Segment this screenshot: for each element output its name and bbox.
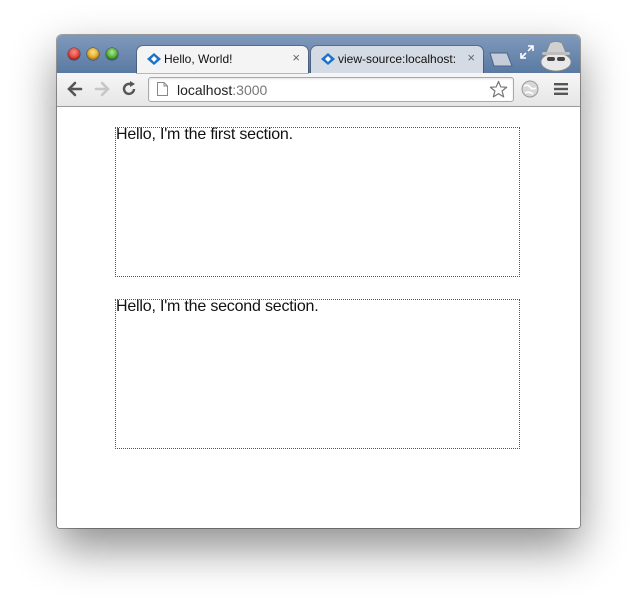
incognito-icon — [540, 41, 572, 72]
url-text: localhost:3000 — [177, 82, 267, 98]
tab-hello-world[interactable]: Hello, World! × — [137, 46, 308, 73]
address-bar[interactable]: localhost:3000 — [148, 77, 514, 102]
new-tab-button[interactable] — [487, 52, 513, 67]
tab-title: view-source:localhost: — [338, 52, 456, 66]
tab-close-icon[interactable]: × — [467, 51, 475, 65]
tab-view-source[interactable]: view-source:localhost: × — [311, 46, 483, 73]
tab-title: Hello, World! — [164, 52, 233, 66]
favicon-icon — [321, 53, 335, 65]
page-icon — [157, 82, 168, 96]
url-host: localhost — [177, 82, 233, 98]
browser-window: Hello, World! × view-source:localhost: × — [57, 35, 580, 528]
tab-close-icon[interactable]: × — [292, 51, 300, 65]
minimize-window-button[interactable] — [87, 48, 99, 60]
page-viewport: Hello, I'm the first section. Hello, I'm… — [57, 107, 580, 528]
favicon-icon — [147, 53, 161, 65]
title-bar: Hello, World! × view-source:localhost: × — [57, 35, 580, 73]
second-section: Hello, I'm the second section. — [115, 298, 520, 449]
star-icon[interactable] — [489, 80, 508, 99]
maximize-window-button[interactable] — [106, 48, 118, 60]
globe-icon[interactable] — [521, 80, 539, 98]
section-text: Hello, I'm the second section. — [116, 298, 319, 315]
menu-icon[interactable] — [554, 82, 568, 96]
forward-arrow-icon[interactable] — [93, 80, 111, 98]
section-text: Hello, I'm the first section. — [116, 126, 293, 143]
first-section: Hello, I'm the first section. — [115, 126, 520, 277]
reload-icon[interactable] — [120, 80, 138, 98]
toolbar: localhost:3000 — [57, 73, 580, 107]
url-port: :3000 — [232, 82, 268, 98]
fullscreen-icon[interactable] — [519, 44, 535, 60]
back-arrow-icon[interactable] — [66, 80, 84, 98]
close-window-button[interactable] — [68, 48, 80, 60]
